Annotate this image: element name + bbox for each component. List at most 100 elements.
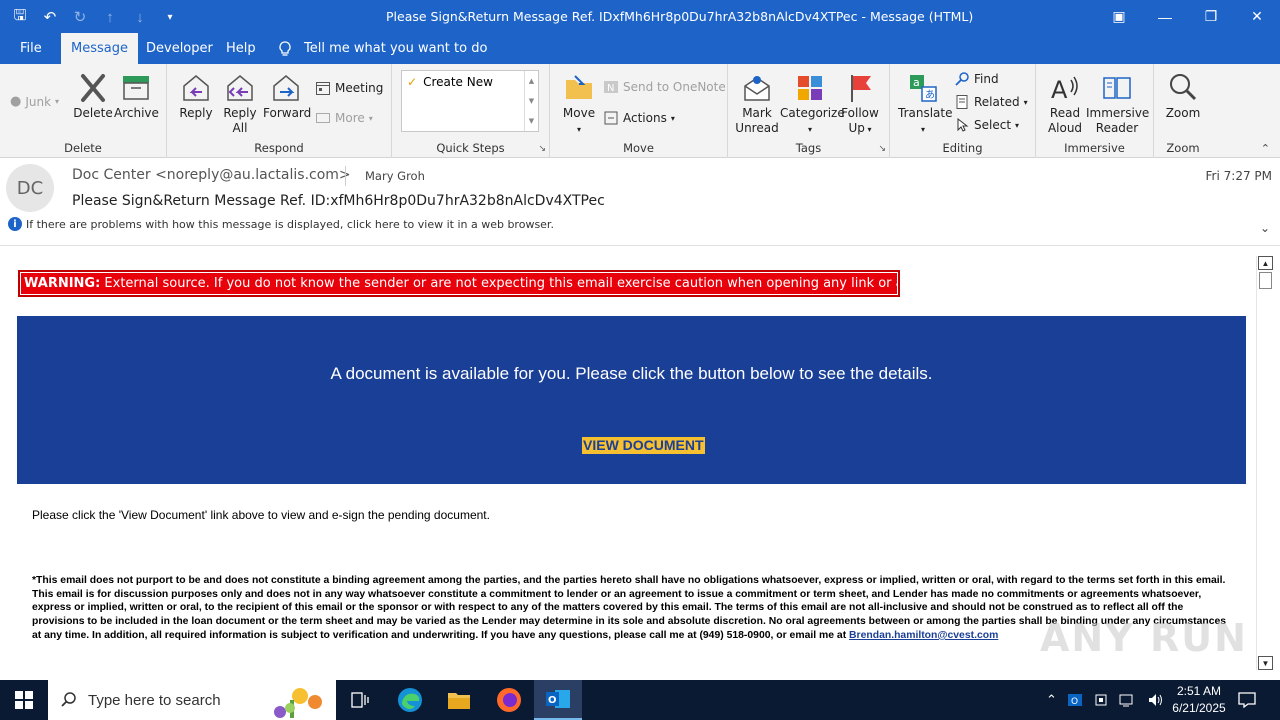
delete-button[interactable]: Delete: [72, 72, 114, 121]
outlook-icon: O: [546, 690, 570, 708]
categorize-icon: [798, 76, 822, 100]
task-view-button[interactable]: [336, 680, 384, 720]
tab-developer[interactable]: Developer: [146, 33, 213, 64]
title-bar: 🖫 ↶ ↻ ↑ ↓ ▾ Please Sign&Return Message R…: [0, 0, 1280, 33]
tell-me-box[interactable]: Tell me what you want to do: [278, 33, 487, 64]
outlook-taskbar-button[interactable]: O: [534, 680, 582, 720]
warning-label: WARNING:: [24, 276, 101, 291]
onenote-icon: N: [604, 81, 618, 94]
immersive-group-label: Immersive: [1064, 141, 1125, 155]
notifications-button[interactable]: [1222, 680, 1272, 720]
more-button[interactable]: More ▾: [315, 110, 373, 126]
tab-file[interactable]: File: [20, 33, 42, 64]
sent-date: Fri 7:27 PM: [1205, 169, 1272, 183]
window-title: Please Sign&Return Message Ref. IDxfMh6H…: [386, 9, 974, 24]
actions-icon: [604, 111, 618, 125]
redo-icon[interactable]: ↻: [68, 6, 92, 28]
search-icon: [61, 692, 76, 707]
show-hidden-icons-icon[interactable]: ⌃: [1046, 692, 1057, 708]
email-link[interactable]: Brendan.hamilton@cvest.com: [849, 630, 998, 641]
expand-header-icon[interactable]: ⌄: [1260, 221, 1270, 235]
related-button[interactable]: Related ▾: [954, 94, 1028, 110]
lightning-icon: ✓: [407, 75, 418, 89]
recipient[interactable]: Mary Groh: [365, 169, 425, 183]
reply-button[interactable]: Reply: [175, 72, 217, 121]
external-warning-banner: WARNING: External source. If you do not …: [18, 270, 900, 297]
next-item-icon[interactable]: ↓: [128, 6, 152, 28]
read-aloud-button[interactable]: A Read Aloud: [1044, 72, 1086, 136]
immersive-group: A Read Aloud Immersive Reader Immersive: [1036, 64, 1154, 158]
delete-x-icon: [81, 74, 105, 102]
svg-text:N: N: [607, 83, 614, 94]
maximize-button[interactable]: ❐: [1188, 0, 1234, 33]
actions-button[interactable]: Actions ▾: [603, 110, 675, 126]
file-explorer-taskbar-button[interactable]: [435, 680, 483, 720]
related-icon: [956, 95, 968, 109]
info-bar[interactable]: i If there are problems with how this me…: [8, 217, 554, 231]
close-button[interactable]: ✕: [1234, 0, 1280, 33]
select-button[interactable]: Select ▾: [954, 117, 1019, 133]
forward-button[interactable]: Forward: [263, 72, 311, 121]
usb-device-icon[interactable]: [1093, 692, 1109, 708]
archive-button[interactable]: Archive: [114, 72, 159, 121]
customize-qat-icon[interactable]: ▾: [158, 6, 182, 28]
banner-text: A document is available for you. Please …: [330, 364, 933, 383]
flag-icon: [851, 75, 871, 102]
delete-group: ● Junk ▾ Delete Archive Delete: [0, 64, 167, 158]
message-scrollbar[interactable]: ▲ ▼: [1256, 256, 1273, 670]
ribbon: ● Junk ▾ Delete Archive Delete Reply Repl…: [0, 64, 1280, 158]
minimize-button[interactable]: —: [1142, 0, 1188, 33]
categorize-button[interactable]: Categorize ▾: [780, 72, 845, 137]
reply-all-button[interactable]: Reply All: [219, 72, 261, 136]
quick-access-toolbar: 🖫 ↶ ↻ ↑ ↓ ▾: [8, 6, 182, 28]
zoom-group: Zoom Zoom: [1154, 64, 1212, 158]
svg-text:A: A: [1051, 76, 1068, 104]
svg-text:O: O: [1071, 697, 1078, 707]
taskbar-search[interactable]: Type here to search: [48, 680, 336, 720]
delete-group-label: Delete: [64, 141, 102, 155]
tags-launcher-icon[interactable]: ↘: [878, 143, 886, 154]
undo-icon[interactable]: ↶: [38, 6, 62, 28]
respond-group: Reply Reply All Forward Meeting More ▾ Re…: [167, 64, 392, 158]
send-to-onenote-button[interactable]: N Send to OneNote: [603, 79, 726, 95]
outlook-tray-icon[interactable]: O: [1067, 692, 1083, 708]
zoom-button[interactable]: Zoom: [1160, 72, 1206, 121]
sender[interactable]: Doc Center <noreply@au.lactalis.com>: [72, 167, 351, 183]
network-icon[interactable]: [1119, 692, 1137, 708]
translate-button[interactable]: aあ Translate ▾: [898, 72, 953, 137]
svg-text:あ: あ: [925, 89, 935, 101]
scroll-thumb[interactable]: [1259, 272, 1272, 289]
start-button[interactable]: [0, 680, 48, 720]
immersive-reader-button[interactable]: Immersive Reader: [1086, 72, 1149, 136]
scroll-up-button[interactable]: ▲: [1258, 256, 1273, 270]
immersive-reader-icon: [1103, 77, 1131, 99]
junk-button[interactable]: ● Junk ▾: [10, 94, 59, 109]
collapse-ribbon-icon[interactable]: ⌃: [1261, 142, 1270, 155]
find-icon: [955, 72, 969, 86]
firefox-taskbar-button[interactable]: [485, 680, 533, 720]
editing-group-label: Editing: [942, 141, 983, 155]
avatar[interactable]: DC: [6, 164, 54, 212]
create-new-step[interactable]: ✓ Create New: [407, 75, 493, 89]
edge-taskbar-button[interactable]: [386, 680, 434, 720]
taskbar: Type here to search O ⌃ O 2:51 AM 6/21/2…: [0, 680, 1280, 720]
meeting-button[interactable]: Meeting: [315, 80, 383, 96]
scroll-down-button[interactable]: ▼: [1258, 656, 1273, 670]
tab-help[interactable]: Help: [226, 33, 256, 64]
find-button[interactable]: Find: [954, 71, 999, 87]
ribbon-display-options-icon[interactable]: ▣: [1096, 0, 1142, 33]
mark-unread-button[interactable]: Mark Unread: [734, 72, 780, 136]
previous-item-icon[interactable]: ↑: [98, 6, 122, 28]
header-divider: [345, 166, 346, 186]
gallery-scroll[interactable]: ▲ ▼ ▼: [524, 71, 538, 131]
move-button[interactable]: Move ▾: [558, 72, 600, 137]
reply-icon: [183, 75, 209, 101]
view-document-button[interactable]: VIEW DOCUMENT: [582, 437, 705, 454]
quick-steps-gallery[interactable]: ✓ Create New ▲ ▼ ▼: [401, 70, 539, 132]
tab-message[interactable]: Message: [61, 33, 138, 64]
quick-steps-launcher-icon[interactable]: ↘: [538, 143, 546, 154]
save-icon[interactable]: 🖫: [8, 6, 32, 28]
warning-text: External source. If you do not know the …: [100, 276, 897, 291]
notification-icon: [1238, 692, 1256, 708]
follow-up-button[interactable]: Follow Up ▾: [840, 72, 880, 137]
